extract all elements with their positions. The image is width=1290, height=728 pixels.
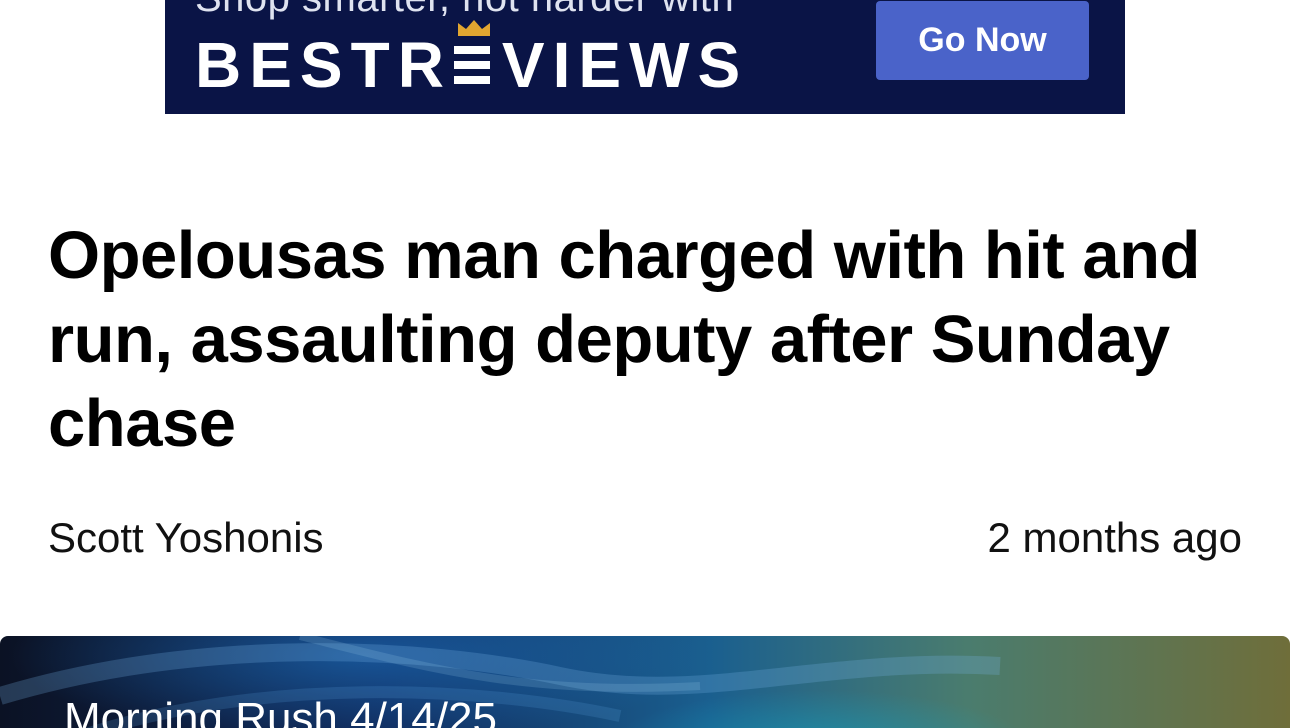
video-thumbnail[interactable]: Morning Rush 4/14/25 [0, 636, 1290, 728]
ad-brand-text-end: VIEWS [501, 29, 749, 101]
crown-e-icon [453, 20, 494, 90]
ad-tagline: Shop smarter, not harder with [195, 0, 734, 21]
article-author: Scott Yoshonis [48, 514, 324, 561]
ad-banner[interactable]: Shop smarter, not harder with BESTR VIEW… [165, 0, 1125, 114]
ad-brand-text-start: BESTR [195, 29, 452, 101]
crown-icon [457, 20, 490, 36]
article-timestamp: 2 months ago [987, 514, 1242, 561]
article-byline: Scott Yoshonis 2 months ago [48, 514, 1242, 562]
ad-go-now-button[interactable]: Go Now [876, 1, 1089, 80]
article-headline[interactable]: Opelousas man charged with hit and run, … [48, 214, 1228, 466]
article-page: Shop smarter, not harder with BESTR VIEW… [0, 0, 1290, 728]
ad-brand-logo: BESTR VIEWS [195, 20, 749, 101]
video-title: Morning Rush 4/14/25 [64, 694, 497, 728]
